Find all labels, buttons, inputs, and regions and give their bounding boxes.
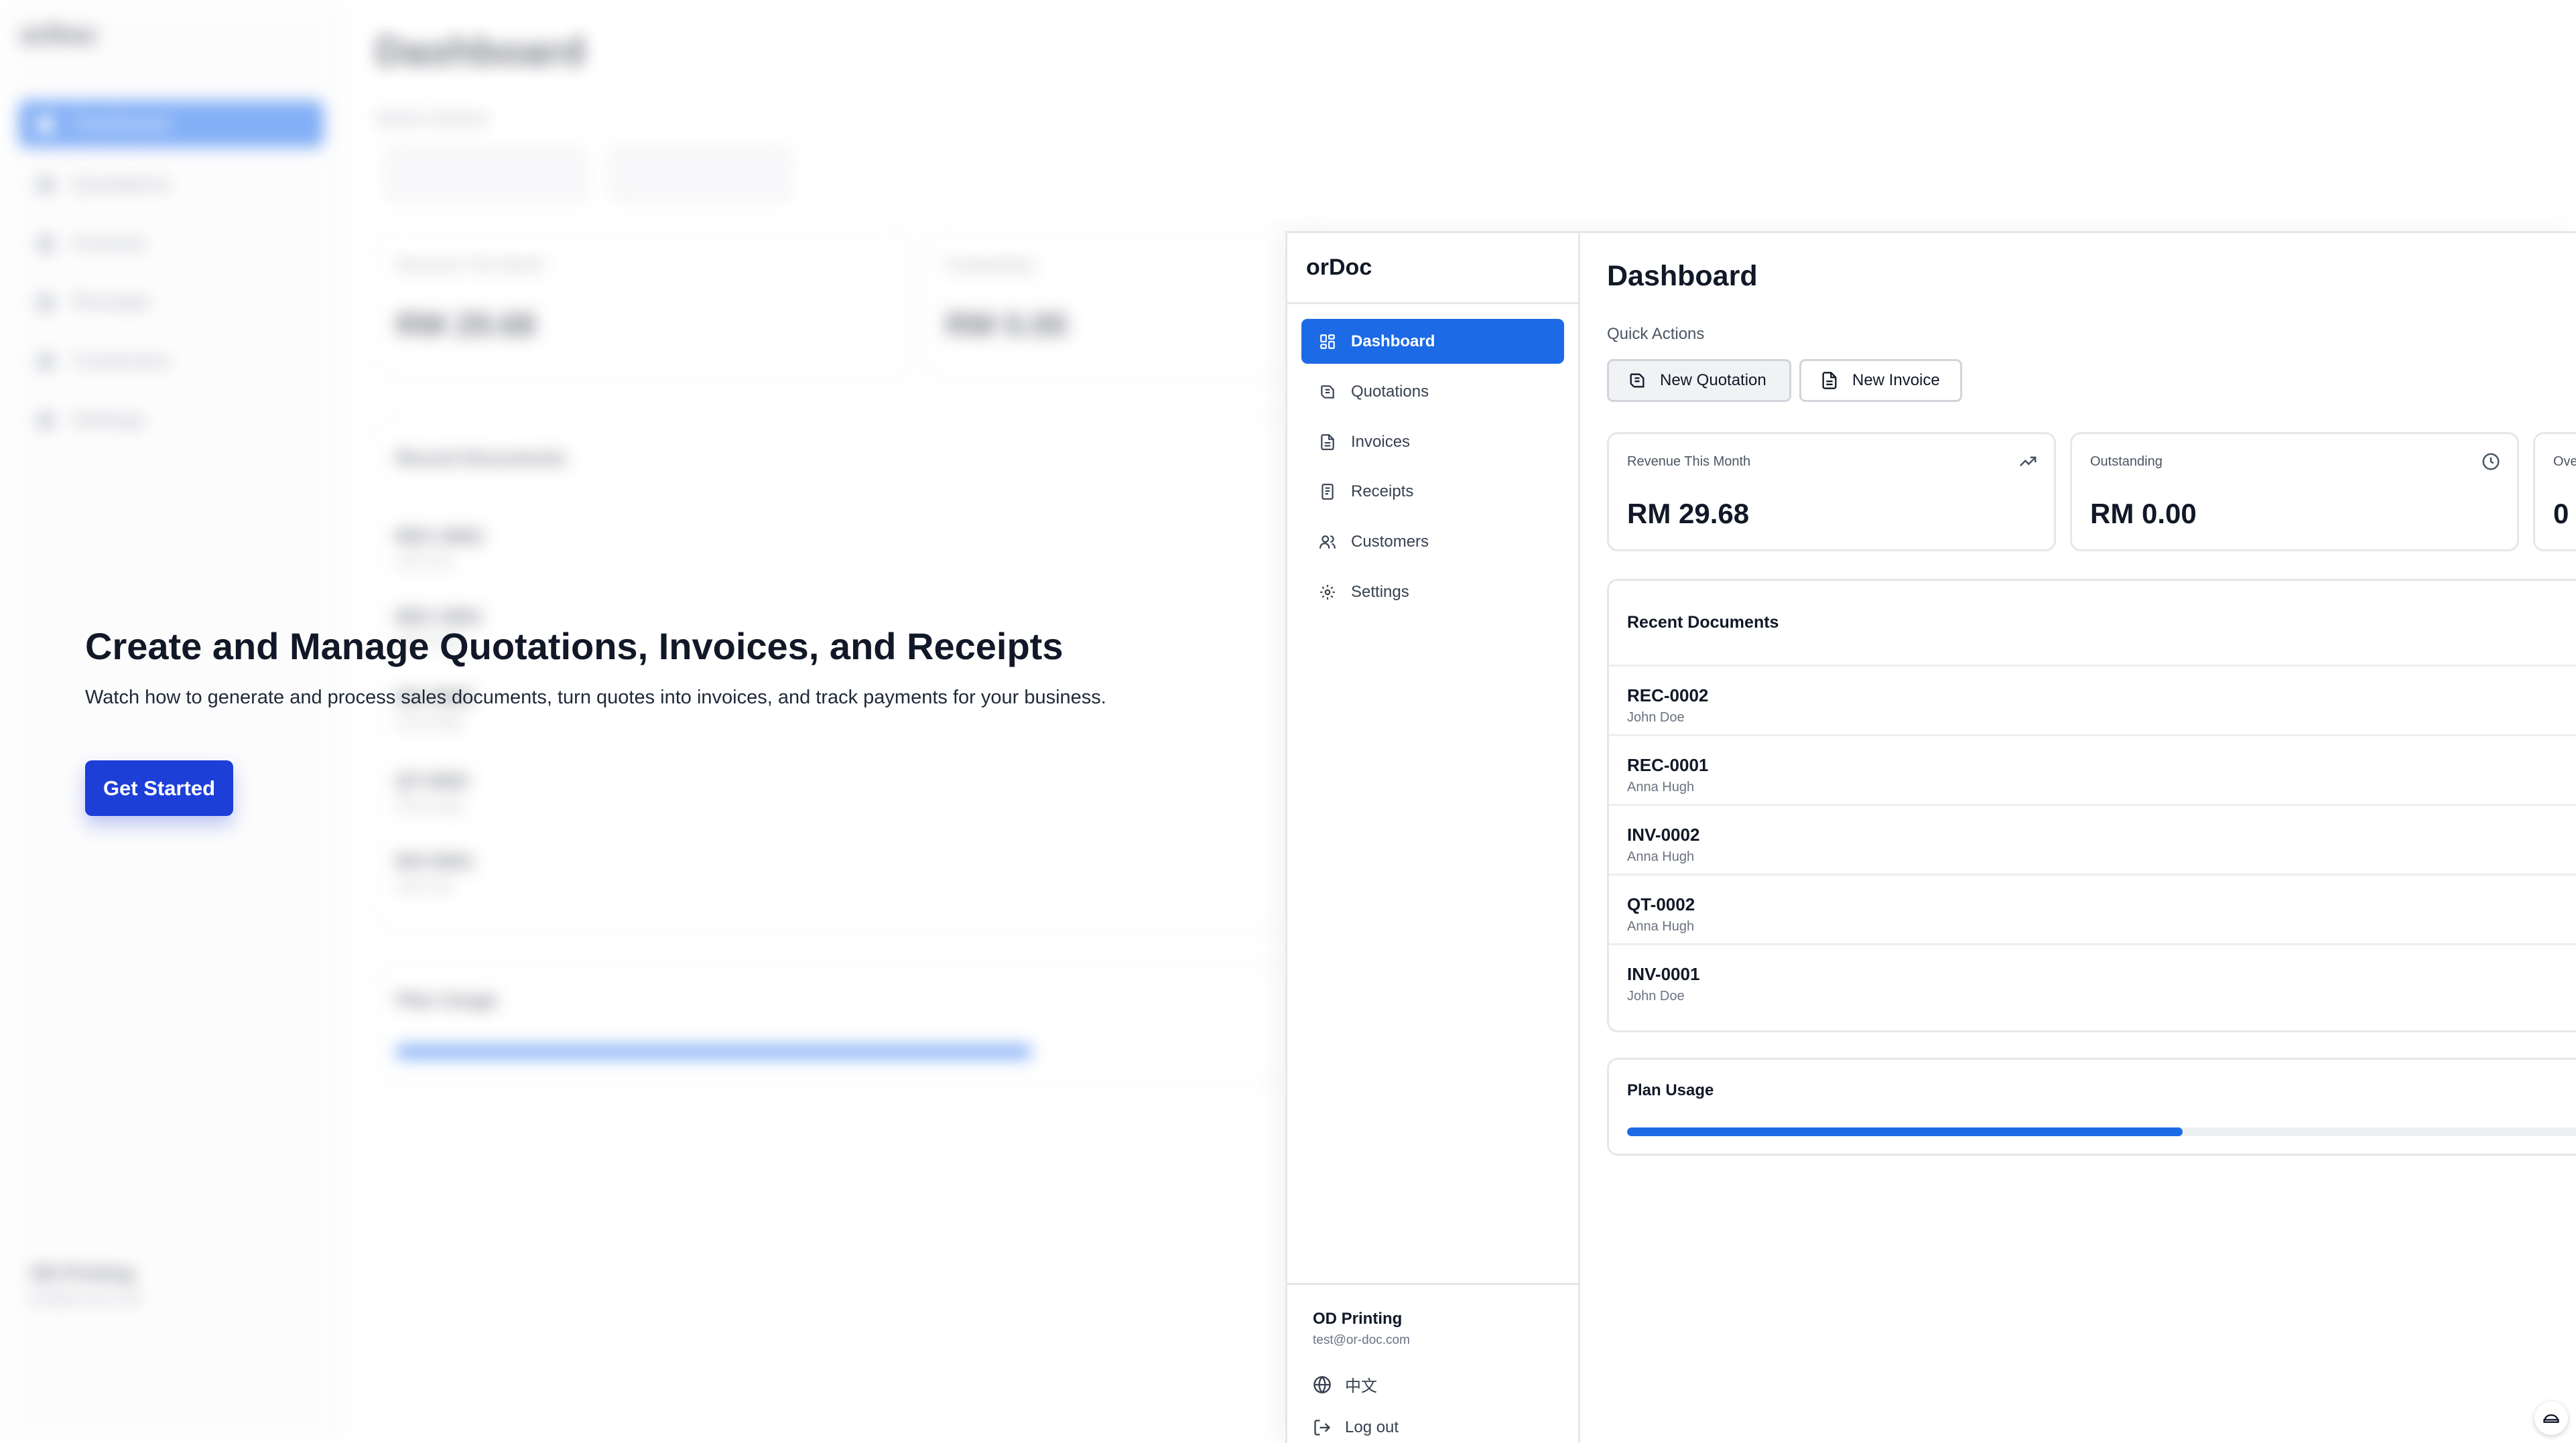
hero-description: Watch how to generate and process sales … [85, 687, 1106, 708]
dashboard-icon [1320, 334, 1335, 349]
get-started-button[interactable]: Get Started [85, 760, 233, 816]
document-row[interactable]: REC-0001 Anna Hugh [1609, 734, 2576, 804]
sidebar-item-receipts[interactable]: Receipts [1301, 469, 1564, 514]
language-label: 中文 [1345, 1377, 1377, 1395]
sidebar-item-settings[interactable]: Settings [1301, 569, 1564, 614]
brand-logo: orDoc [1306, 255, 1372, 280]
globe-icon [1313, 1375, 1331, 1393]
stat-card-revenue: Revenue This Month RM 29.68 [1607, 432, 2056, 551]
bg-nav-item: Dashboard [19, 100, 324, 147]
page-title: Dashboard [1607, 260, 1758, 292]
stat-value: 0 [2553, 498, 2569, 529]
bg-stat-card: Revenue This Month RM 29.68 [375, 231, 911, 379]
bg-email: test@or-doc.com [30, 1290, 143, 1306]
bg-nav-item: Customers [19, 338, 324, 385]
plan-usage-title: Plan Usage [1627, 1081, 1714, 1099]
chat-icon [2543, 1414, 2559, 1423]
document-customer: John Doe [1627, 989, 1685, 1004]
bg-plan-card: Plan Usage [375, 965, 1313, 1082]
sidebar-item-label: Receipts [1351, 482, 1414, 500]
bg-quick-action [610, 147, 791, 201]
sidebar-item-label: Invoices [1351, 432, 1411, 451]
stat-label: Revenue This Month [1627, 454, 1751, 469]
sidebar-item-customers[interactable]: Customers [1301, 519, 1564, 564]
bg-sidebar: orDoc Dashboard Quotations Invoices Rece… [0, 0, 342, 1443]
bg-brand: orDoc [20, 20, 98, 50]
invoice-icon [1321, 433, 1334, 450]
bg-plan-bar [395, 1045, 1032, 1058]
sidebar: orDoc Dashboard Quotations Invoices Rece… [1287, 233, 1580, 1443]
bg-page-title: Dashboard [375, 29, 586, 74]
recent-documents-card: Recent Documents REC-0002 John Doe REC-0… [1607, 579, 2576, 1032]
clock-icon [2482, 453, 2500, 470]
logout-icon [1314, 1420, 1331, 1436]
bg-row: INV-0001 John Doe [395, 851, 474, 894]
company-email: test@or-doc.com [1313, 1333, 1410, 1347]
document-number: QT-0002 [1627, 894, 1695, 914]
bg-company: OD Printing [30, 1263, 135, 1284]
document-number: REC-0002 [1627, 685, 1709, 705]
document-number: INV-0001 [1627, 964, 1700, 984]
document-row[interactable]: QT-0002 Anna Hugh [1609, 874, 2576, 943]
plan-usage-fill [1627, 1127, 2183, 1136]
quotation-icon [1321, 385, 1334, 399]
document-row[interactable]: REC-0002 John Doe [1609, 665, 2576, 734]
quotation-icon [1630, 373, 1645, 388]
sidebar-item-quotations[interactable]: Quotations [1301, 369, 1564, 414]
sidebar-item-label: Quotations [1351, 382, 1429, 401]
sidebar-item-label: Settings [1351, 582, 1409, 601]
dashboard-main: Dashboard Quick Actions New Quotation Ne… [1580, 233, 2576, 1443]
document-customer: Anna Hugh [1627, 780, 1695, 795]
divider [1287, 302, 1580, 304]
bg-stat-card: Outstanding RM 0.00 [925, 231, 1327, 379]
help-chat-icon[interactable] [2534, 1401, 2568, 1435]
divider [1287, 1283, 1580, 1285]
hero-title: Create and Manage Quotations, Invoices, … [85, 625, 1064, 667]
document-customer: John Doe [1627, 710, 1685, 725]
bg-row: REC-0002 John Doe [395, 526, 483, 569]
document-row[interactable]: INV-0002 Anna Hugh [1609, 804, 2576, 874]
logout-label: Log out [1345, 1418, 1399, 1436]
bg-recent-card: Recent Documents [375, 415, 1313, 931]
document-customer: Anna Hugh [1627, 919, 1695, 934]
stat-card-overdue: Ove 0 [2533, 432, 2576, 551]
bg-row: QT-0002 Anna Hugh [395, 770, 468, 813]
new-quotation-label: New Quotation [1660, 371, 1766, 389]
stat-card-outstanding: Outstanding RM 0.00 [2070, 432, 2519, 551]
bg-nav-item: Settings [19, 397, 324, 443]
stat-label: Ove [2553, 454, 2576, 469]
new-quotation-button[interactable]: New Quotation [1607, 359, 1791, 402]
sidebar-item-label: Dashboard [1351, 332, 1435, 350]
stat-value: RM 0.00 [2090, 498, 2197, 529]
invoice-icon [1822, 372, 1837, 389]
receipt-icon [1322, 483, 1334, 500]
sidebar-item-dashboard[interactable]: Dashboard [1301, 319, 1564, 364]
app-window: orDoc Dashboard Quotations Invoices Rece… [1285, 231, 2576, 1443]
users-icon [1319, 535, 1336, 549]
bg-quick-action [385, 147, 586, 201]
sidebar-item-label: Customers [1351, 532, 1429, 551]
document-number: INV-0002 [1627, 825, 1700, 845]
bg-nav-item: Receipts [19, 279, 324, 326]
document-number: REC-0001 [1627, 755, 1709, 775]
document-row[interactable]: INV-0001 John Doe [1609, 943, 2576, 1013]
logout-button[interactable]: Log out [1313, 1418, 1399, 1437]
bg-nav-item: Invoices [19, 220, 324, 267]
plan-usage-track [1627, 1127, 2576, 1136]
language-switch[interactable]: 中文 [1313, 1373, 1377, 1396]
stat-label: Outstanding [2090, 454, 2163, 469]
sidebar-item-invoices[interactable]: Invoices [1301, 419, 1564, 464]
trending-up-icon [2019, 456, 2037, 467]
bg-nav-item: Quotations [19, 161, 324, 208]
gear-icon [1320, 584, 1335, 600]
quick-actions-label: Quick Actions [1607, 325, 1705, 343]
plan-usage-card: Plan Usage [1607, 1058, 2576, 1156]
company-name: OD Printing [1313, 1310, 1403, 1328]
document-customer: Anna Hugh [1627, 849, 1695, 864]
bg-quick-actions-label: Quick Actions [375, 107, 489, 128]
stat-value: RM 29.68 [1627, 498, 1750, 529]
recent-documents-title: Recent Documents [1627, 613, 1779, 632]
new-invoice-button[interactable]: New Invoice [1799, 359, 1962, 402]
new-invoice-label: New Invoice [1852, 371, 1940, 389]
